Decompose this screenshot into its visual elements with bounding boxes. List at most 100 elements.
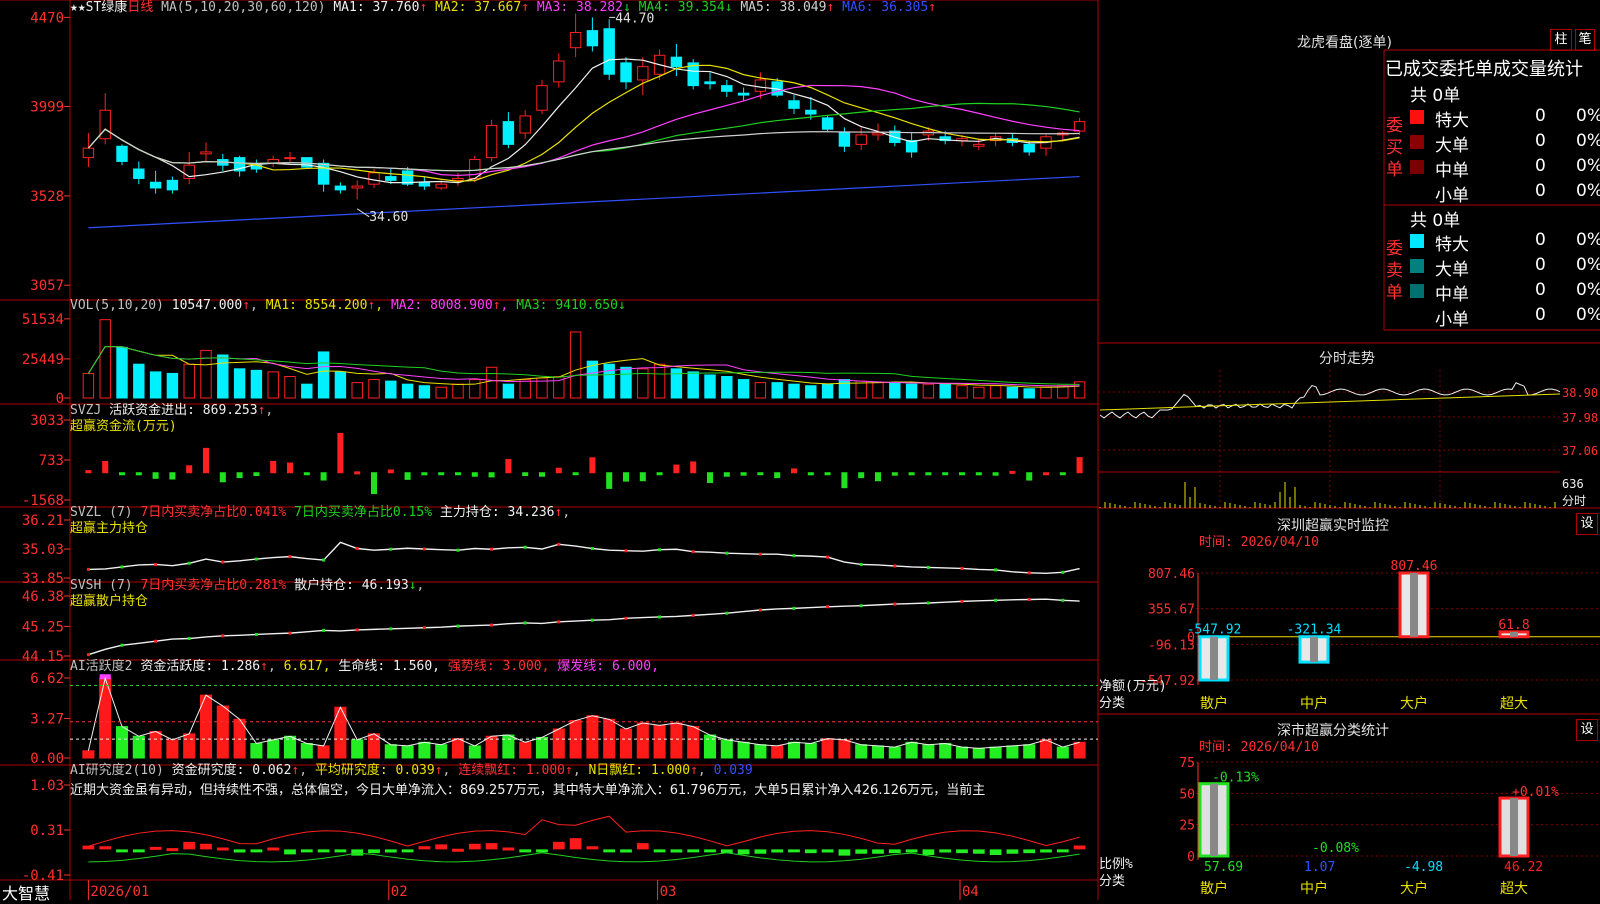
ai2-bar-13 <box>300 849 313 853</box>
ai1-title: AI活跃度2 <box>70 659 133 674</box>
svzj-bar-43 <box>807 472 814 476</box>
vol-bar-34 <box>653 363 666 399</box>
ai1-bar-47 <box>871 745 885 759</box>
svsh-dot-48 <box>893 602 897 606</box>
ai2-bar-5 <box>166 848 179 852</box>
ai2-bar-20 <box>418 846 431 850</box>
svsh-subtitle: 超赢散户持仓 <box>70 594 149 609</box>
ai2-t4: N日飘红: 1.000 <box>588 763 691 778</box>
ai2-bar-59 <box>1073 845 1086 850</box>
svzj-bar-6 <box>186 465 193 474</box>
svzl-t3: 主力持仓: 34.236 <box>439 505 555 520</box>
svzl-ytick-2: 33.85 <box>22 571 64 587</box>
svzj-bar-59 <box>1076 457 1083 474</box>
sz-value-label-3: 61.8 <box>1498 618 1529 633</box>
candle-body-20 <box>418 181 431 187</box>
svsh-dot-8 <box>221 634 225 638</box>
intraday-ytick-1: 37.98 <box>1562 411 1598 425</box>
candle-body-21 <box>435 183 447 189</box>
ai2-bar-47 <box>872 849 884 854</box>
candle-body-5 <box>166 179 179 191</box>
vol-ytick-2: 0 <box>56 391 64 407</box>
candle-body-1 <box>99 109 111 140</box>
vol-bar-14 <box>317 351 330 399</box>
vol-bar-49 <box>905 383 918 399</box>
stat-category-1: 中户 <box>1300 880 1328 897</box>
buy-total: 共 0单 <box>1410 86 1461 106</box>
ai1-bar-13 <box>300 742 313 759</box>
ma-line-6 <box>88 175 1080 229</box>
svsh-dot-40 <box>758 608 762 612</box>
ai1-bar-26 <box>519 741 532 759</box>
svsh-ytick-0: 46.38 <box>22 589 64 605</box>
buy-row-swatch-1 <box>1410 135 1424 149</box>
ai2-bar-28 <box>552 841 565 850</box>
ai2-bar-49 <box>905 849 918 853</box>
ai2-bar-25 <box>502 847 515 851</box>
sell-row-label-1: 大单 <box>1435 260 1469 280</box>
svzl-line <box>88 541 1080 575</box>
svzj-bar-38 <box>723 472 730 477</box>
svsh-dot-30 <box>590 618 594 622</box>
ai2-bar-39 <box>737 849 750 855</box>
ai1-bar-32 <box>619 728 633 759</box>
candle-body-4 <box>149 181 162 189</box>
stat-settings-button[interactable]: 设 <box>1576 719 1598 741</box>
sz-category-0: 散户 <box>1200 695 1228 712</box>
tick-view-button[interactable]: 笔 <box>1575 29 1595 51</box>
ai2-bar-19 <box>401 849 414 853</box>
stat-ytick-3: 0 <box>1187 850 1195 865</box>
svzl-dot-10 <box>254 557 258 561</box>
ai2-bar-48 <box>888 849 901 854</box>
sell-row-pct-0: 0% <box>1576 230 1600 250</box>
ai2-bar-46 <box>855 849 868 854</box>
bar-view-button[interactable]: 柱 <box>1550 29 1572 51</box>
svzj-bar-3 <box>135 472 142 476</box>
candle-body-16 <box>351 185 363 189</box>
svsh-dot-12 <box>288 631 292 635</box>
candle-body-24 <box>485 124 498 159</box>
stat-category-2: 大户 <box>1400 880 1428 897</box>
ai2-bar-32 <box>620 849 632 853</box>
vol-bar-58 <box>1057 385 1069 399</box>
vol-bar-42 <box>788 383 800 399</box>
vol-bar-54 <box>989 385 1002 399</box>
ai1-bar-54 <box>989 746 1002 759</box>
ai2-ytick-0: 1.03 <box>30 778 64 794</box>
svsh-t2: 散户持仓: 46.193 <box>294 578 409 593</box>
ai1-bar-40 <box>754 744 767 759</box>
ai1-bar-34 <box>653 724 666 759</box>
ai2-bar-9 <box>233 849 246 853</box>
vol-bar-50 <box>922 383 935 399</box>
vol-bar-4 <box>149 371 162 399</box>
ai1-bar-41 <box>771 745 784 759</box>
svsh-dot-18 <box>389 627 393 631</box>
buy-row-pct-3: 0% <box>1576 181 1600 201</box>
vol-ma2: 8008.900 <box>430 298 493 313</box>
period-label[interactable]: 日线 <box>127 0 153 15</box>
ai2-t1: 资金研究度: 0.062 <box>171 763 292 778</box>
ai2-bar-14 <box>317 849 330 853</box>
ai1-pane-title: AI活跃度2 资金活跃度: 1.286↑, 6.617, 生命线: 1.560,… <box>70 659 659 674</box>
ai1-bar-56 <box>1023 744 1036 759</box>
ai2-bar-55 <box>1006 849 1019 854</box>
ma-arrow-6: ↑ <box>928 0 937 15</box>
ai2-pane-title: AI研究度2(10) 资金研究度: 0.062↑, 平均研究度: 0.039↑,… <box>70 763 1095 799</box>
ai2-red-line <box>88 815 1080 847</box>
stat-change-label-3: +0.01% <box>1512 785 1559 800</box>
ai2-bar-56 <box>1023 849 1036 854</box>
buy-row-label-2: 中单 <box>1435 161 1469 181</box>
svzl-dot-30 <box>590 547 594 551</box>
buy-row-qty-0: 0 <box>1535 106 1546 126</box>
ai1-t2: 6.617, <box>283 659 331 674</box>
svzl-ytick-1: 35.03 <box>22 542 64 558</box>
sz-settings-button[interactable]: 设 <box>1576 513 1598 535</box>
svzj-bar-35 <box>673 464 680 474</box>
ai1-bar-44 <box>821 738 834 759</box>
svsh-dot-0 <box>86 653 90 657</box>
ai2-bar-22 <box>452 848 464 852</box>
svzj-bar-56 <box>1026 472 1033 481</box>
candle-body-38 <box>721 85 733 92</box>
ma-config-label: MA(5,10,20,30,60,120) <box>161 0 326 15</box>
low-label: 34.60 <box>369 210 408 225</box>
